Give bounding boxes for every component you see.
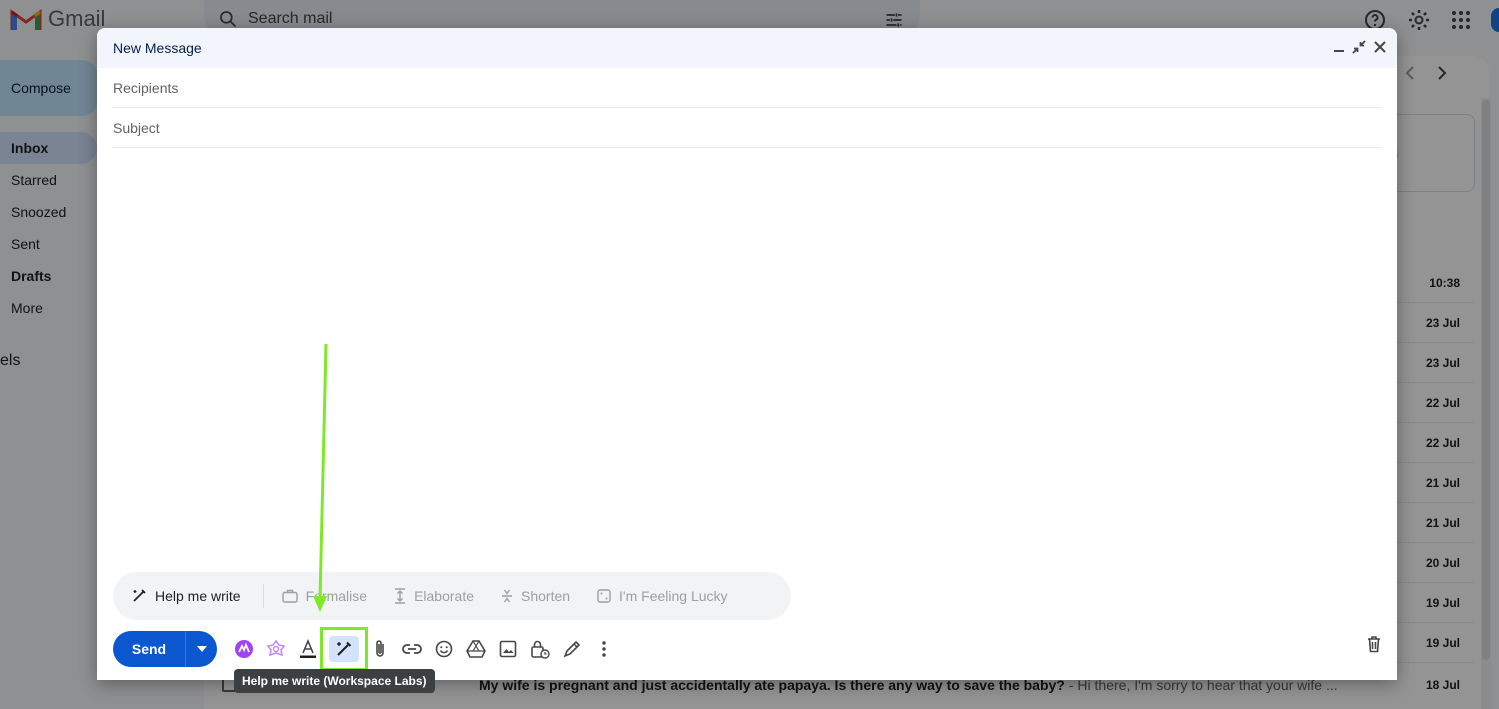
elaborate-label: Elaborate (414, 588, 474, 604)
minimize-icon[interactable] (1333, 41, 1345, 53)
help-me-write-tooltip: Help me write (Workspace Labs) (234, 669, 435, 693)
subject-placeholder: Subject (113, 119, 160, 136)
more-options-button[interactable] (588, 633, 620, 665)
elaborate-chip[interactable]: Elaborate (394, 588, 474, 604)
discard-draft-button[interactable] (1367, 635, 1381, 658)
compose-toolbar: Send (113, 627, 1381, 671)
insert-emoji-button[interactable] (428, 633, 460, 665)
compress-vertical-icon (502, 589, 512, 603)
send-button-group: Send (113, 631, 217, 667)
divider (262, 584, 264, 608)
briefcase-icon (281, 589, 298, 603)
compose-header[interactable]: New Message (97, 28, 1397, 68)
formalise-chip[interactable]: Formalise (281, 588, 368, 604)
link-icon (402, 644, 422, 654)
close-icon[interactable] (1373, 40, 1387, 54)
send-button[interactable]: Send (113, 631, 185, 667)
flower-icon (266, 639, 286, 657)
pen-icon (563, 640, 581, 658)
dice-icon (597, 589, 611, 603)
compose-dialog: New Message Recipients Subject Help me w… (97, 28, 1397, 680)
insert-drive-button[interactable] (460, 633, 492, 665)
drive-icon (466, 640, 486, 658)
text-format-icon (300, 639, 316, 658)
magic-pen-icon (337, 641, 352, 656)
send-options-button[interactable] (185, 631, 217, 667)
image-icon (499, 640, 517, 658)
recipients-field[interactable]: Recipients (113, 68, 1381, 108)
lock-clock-icon (531, 640, 550, 659)
subject-field[interactable]: Subject (113, 108, 1381, 148)
magic-pen-icon (133, 589, 146, 602)
expand-vertical-icon (395, 588, 406, 604)
insert-signature-button[interactable] (556, 633, 588, 665)
smiley-icon (435, 640, 453, 658)
help-me-write-label: Help me write (155, 588, 241, 604)
more-vert-icon (602, 641, 606, 657)
insert-photo-button[interactable] (492, 633, 524, 665)
feeling-lucky-chip[interactable]: I'm Feeling Lucky (597, 588, 728, 604)
extension-logo-icon (235, 640, 253, 658)
formalise-label: Formalise (305, 588, 368, 604)
shorten-label: Shorten (521, 588, 571, 604)
message-body[interactable] (113, 150, 1381, 560)
trash-icon (1368, 636, 1380, 653)
attach-files-button[interactable] (364, 633, 396, 665)
feeling-lucky-label: I'm Feeling Lucky (619, 588, 728, 604)
compose-title: New Message (113, 40, 202, 56)
insert-link-button[interactable] (396, 633, 428, 665)
help-me-write-button[interactable] (320, 627, 368, 671)
confidential-mode-button[interactable] (524, 633, 556, 665)
shorten-chip[interactable]: Shorten (501, 588, 570, 604)
paperclip-icon (376, 640, 384, 657)
extension-flower-button[interactable] (260, 633, 292, 665)
ai-suggestion-bar: Help me write Formalise Elaborate Shorte… (113, 572, 791, 620)
exit-fullscreen-icon[interactable] (1352, 40, 1366, 54)
help-me-write-chip[interactable]: Help me write (131, 588, 241, 604)
extension-purple-button[interactable] (228, 633, 260, 665)
recipients-placeholder: Recipients (113, 79, 179, 96)
caret-down-icon (196, 646, 207, 652)
